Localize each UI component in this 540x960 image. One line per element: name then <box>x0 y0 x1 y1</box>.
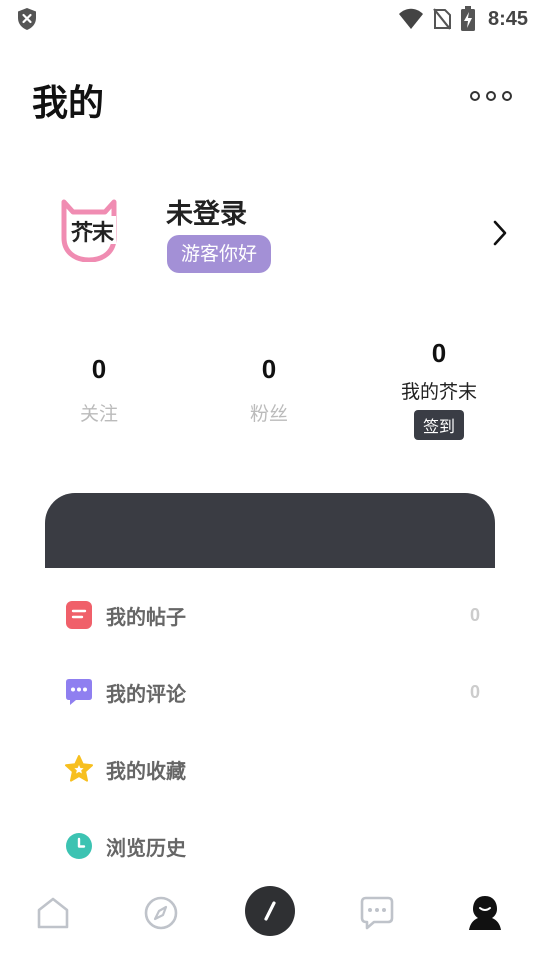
stat-fans[interactable]: 0 粉丝 <box>199 354 339 426</box>
app-logo-avatar: 芥末 <box>56 196 122 263</box>
clock-time: 8:45 <box>487 7 528 30</box>
battery-charging-icon <box>460 6 475 31</box>
status-icons: 8:45 <box>398 4 528 34</box>
clock-icon <box>66 833 92 859</box>
wifi-icon <box>398 8 423 29</box>
menu-item-posts[interactable]: 我的帖子 0 <box>0 588 540 642</box>
checkin-button[interactable]: 签到 <box>413 410 464 440</box>
more-dots-icon <box>470 91 480 101</box>
following-count: 0 <box>91 354 107 384</box>
home-icon <box>37 897 69 929</box>
tab-post[interactable] <box>245 886 295 936</box>
profile-card[interactable]: 芥末 未登录 游客你好 <box>0 180 540 290</box>
menu-label: 我的帖子 <box>106 604 186 629</box>
status-bar: 8:45 <box>0 0 540 38</box>
profile-icon <box>469 896 501 930</box>
stat-following[interactable]: 0 关注 <box>29 354 169 426</box>
more-dot <box>502 91 512 101</box>
logo-text: 芥末 <box>71 221 114 246</box>
discover-icon <box>144 896 178 930</box>
chevron-right-icon[interactable] <box>490 218 510 248</box>
stat-jiemo[interactable]: 0 我的芥末 签到 <box>369 338 509 440</box>
following-label: 关注 <box>79 403 118 425</box>
guest-badge: 游客你好 <box>167 235 272 273</box>
comment-icon <box>66 679 92 705</box>
fans-count: 0 <box>261 354 277 384</box>
menu-label: 我的评论 <box>106 681 186 706</box>
menu-item-history[interactable]: 浏览历史 <box>0 819 540 873</box>
tab-messages[interactable] <box>347 888 407 938</box>
jiemo-label: 我的芥末 <box>400 381 477 403</box>
tab-discover[interactable] <box>131 888 191 938</box>
post-icon <box>264 901 276 921</box>
no-sim-icon <box>433 8 451 30</box>
menu-count: 0 <box>469 681 480 702</box>
menu-item-comments[interactable]: 我的评论 0 <box>0 665 540 719</box>
dark-banner-card[interactable] <box>45 493 495 568</box>
menu-item-favorites[interactable]: 我的收藏 <box>0 742 540 796</box>
tab-profile[interactable] <box>455 888 515 938</box>
jiemo-count: 0 <box>431 338 447 368</box>
my-page-screen: 8:45 我的 芥末 未登录 游客你好 0 关注 0 粉丝 0 我的芥末 签到 … <box>0 0 540 960</box>
more-dot <box>486 91 496 101</box>
menu-count: 0 <box>469 604 480 625</box>
posts-icon <box>66 601 92 629</box>
menu-label: 浏览历史 <box>106 835 186 860</box>
page-title: 我的 <box>32 83 105 124</box>
menu-label: 我的收藏 <box>106 758 186 783</box>
username: 未登录 <box>166 199 247 230</box>
message-icon <box>360 896 394 930</box>
shield-alert-icon <box>18 8 36 30</box>
bottom-tab-bar <box>0 874 540 960</box>
tab-home[interactable] <box>23 888 83 938</box>
star-icon <box>65 755 93 782</box>
more-options-button[interactable] <box>470 84 512 108</box>
fans-label: 粉丝 <box>249 403 288 425</box>
